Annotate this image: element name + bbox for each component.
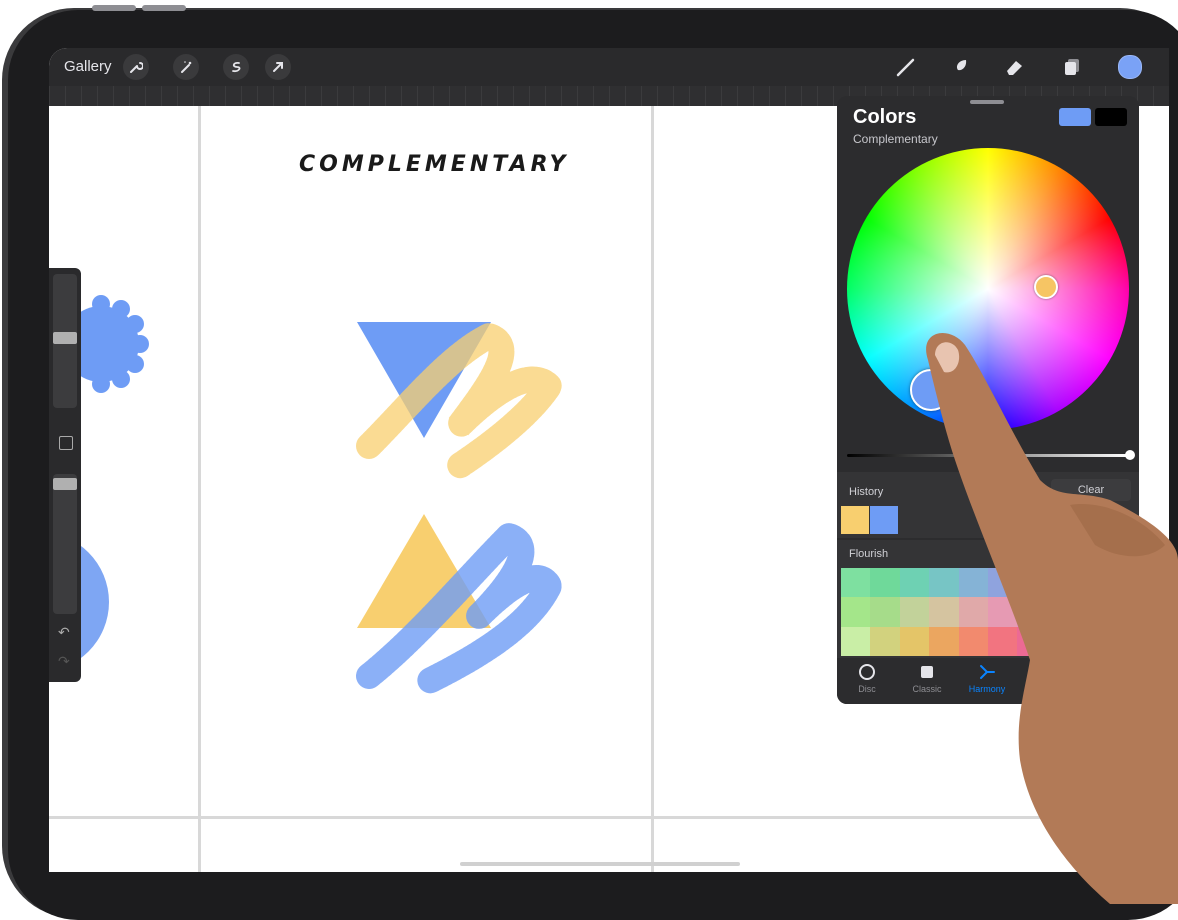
- disc-icon: [837, 662, 897, 682]
- top-toolbar: Gallery: [49, 48, 1169, 86]
- secondary-color-swatch[interactable]: [1095, 108, 1127, 126]
- home-indicator: [460, 862, 740, 866]
- opacity-slider[interactable]: [53, 474, 77, 614]
- tab-classic[interactable]: Classic: [897, 662, 957, 694]
- palette-swatch[interactable]: [958, 568, 988, 598]
- device-button: [142, 5, 186, 11]
- palette-grid: [841, 568, 1135, 656]
- palette-swatch[interactable]: [929, 597, 959, 627]
- selection-icon[interactable]: [223, 54, 249, 80]
- transform-arrow-icon[interactable]: [265, 54, 291, 80]
- clear-history-button[interactable]: Clear: [1051, 479, 1131, 501]
- opacity-handle[interactable]: [53, 478, 77, 490]
- tab-harmony[interactable]: Harmony: [957, 662, 1017, 694]
- primary-color-swatch[interactable]: [1059, 108, 1091, 126]
- history-swatch[interactable]: [841, 506, 869, 534]
- app-screen: Gallery COMPLEMENTARY ↶ ↷ Colors Complem…: [49, 48, 1169, 872]
- device-button: [92, 5, 136, 11]
- palette-swatch[interactable]: [1076, 597, 1106, 627]
- brush-icon[interactable]: [893, 54, 919, 80]
- palette-swatch[interactable]: [870, 626, 900, 656]
- primary-color-knob[interactable]: [910, 369, 952, 411]
- wrench-icon[interactable]: [123, 54, 149, 80]
- complementary-color-knob[interactable]: [1034, 275, 1058, 299]
- palette-label: Flourish: [849, 548, 889, 560]
- palette-swatch[interactable]: [1076, 626, 1106, 656]
- brush-size-slider[interactable]: [53, 274, 77, 408]
- palette-swatch[interactable]: [870, 597, 900, 627]
- harmony-icon: [957, 662, 1017, 682]
- palette-swatch[interactable]: [841, 626, 871, 656]
- palette-swatch[interactable]: [1105, 626, 1135, 656]
- palette-swatch[interactable]: [1105, 597, 1135, 627]
- palette-swatch[interactable]: [899, 568, 930, 598]
- palette-swatch[interactable]: [1046, 568, 1077, 598]
- palette-swatch[interactable]: [987, 626, 1018, 656]
- history-swatch[interactable]: [870, 506, 898, 534]
- color-mode-tabs: Disc Classic Harmony: [837, 658, 1139, 704]
- palette-swatch[interactable]: [987, 597, 1018, 627]
- tab-label: Classic: [912, 684, 942, 694]
- palette-swatch[interactable]: [841, 568, 871, 598]
- colors-panel: Colors Complementary History Clear Flour…: [837, 96, 1139, 704]
- eraser-icon[interactable]: [1001, 54, 1027, 80]
- palette-swatch[interactable]: [1105, 568, 1135, 598]
- gallery-button[interactable]: Gallery: [64, 58, 112, 75]
- current-color-button[interactable]: [1118, 55, 1142, 79]
- brush-size-handle[interactable]: [53, 332, 77, 344]
- palette-swatch[interactable]: [929, 626, 959, 656]
- layers-icon[interactable]: [1059, 54, 1085, 80]
- palette-swatch[interactable]: [958, 626, 988, 656]
- palette-swatch[interactable]: [870, 568, 900, 598]
- palette-swatch[interactable]: [1017, 597, 1047, 627]
- history-label: History: [849, 486, 884, 498]
- redo-icon[interactable]: ↷: [58, 653, 70, 670]
- left-sidebar: ↶ ↷: [49, 268, 81, 682]
- palette-swatch[interactable]: [841, 597, 871, 627]
- smudge-icon[interactable]: [947, 54, 973, 80]
- brightness-slider[interactable]: [847, 454, 1129, 457]
- modify-button[interactable]: [59, 436, 73, 450]
- classic-square-icon: [897, 662, 957, 682]
- magic-wand-icon[interactable]: [173, 54, 199, 80]
- panel-grabber[interactable]: [970, 100, 1004, 104]
- brightness-handle[interactable]: [1125, 450, 1135, 460]
- palette-swatch[interactable]: [1046, 597, 1077, 627]
- palette-swatch[interactable]: [929, 568, 959, 598]
- palette-swatch[interactable]: [1076, 568, 1106, 598]
- panel-title: Colors: [853, 106, 917, 128]
- palette-swatch[interactable]: [958, 597, 988, 627]
- harmony-mode-label[interactable]: Complementary: [853, 132, 938, 146]
- tab-label: Disc: [858, 684, 876, 694]
- palette-swatch[interactable]: [899, 626, 930, 656]
- palette-swatch[interactable]: [1017, 626, 1047, 656]
- tab-label: Harmony: [968, 684, 1006, 694]
- palette-swatch[interactable]: [1046, 626, 1077, 656]
- color-wheel[interactable]: [847, 148, 1129, 430]
- palette-swatch[interactable]: [1017, 568, 1047, 598]
- tab-disc[interactable]: Disc: [837, 662, 897, 694]
- palette-swatch[interactable]: [899, 597, 930, 627]
- undo-icon[interactable]: ↶: [58, 624, 70, 641]
- palette-swatch[interactable]: [987, 568, 1018, 598]
